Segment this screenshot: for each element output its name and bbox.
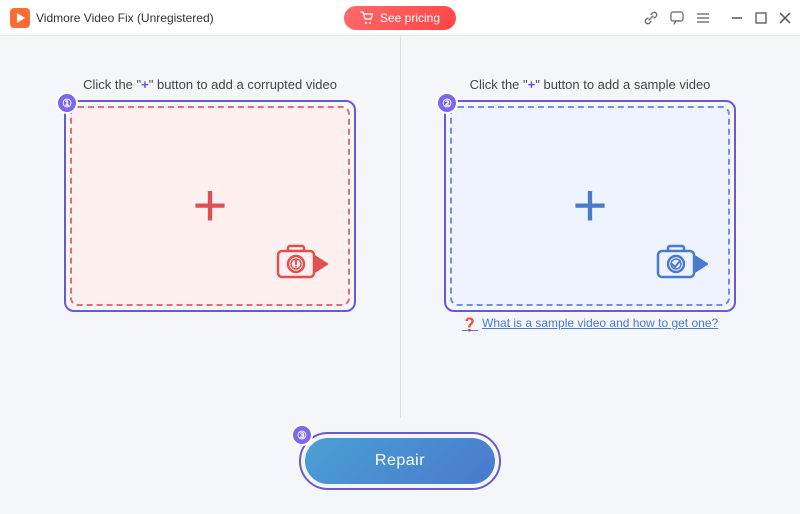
titlebar: Vidmore Video Fix (Unregistered) See pri…	[0, 0, 800, 36]
close-button[interactable]	[778, 11, 792, 25]
win-controls	[730, 11, 792, 25]
help-link-text: What is a sample video and how to get on…	[482, 316, 718, 330]
repair-button[interactable]: Repair	[305, 438, 495, 484]
right-plus-icon: +	[572, 176, 607, 236]
left-panel-instruction: Click the "+" button to add a corrupted …	[83, 76, 337, 94]
see-pricing-button[interactable]: See pricing	[344, 6, 456, 30]
app-logo-icon	[10, 8, 30, 28]
main-content: Click the "+" button to add a corrupted …	[0, 36, 800, 418]
right-dropzone[interactable]: +	[450, 106, 730, 306]
help-link[interactable]: ❓ What is a sample video and how to get …	[462, 316, 718, 333]
bottom-bar: ③ Repair	[0, 418, 800, 514]
help-circle-icon: ❓	[462, 317, 478, 333]
maximize-button[interactable]	[754, 11, 768, 25]
chat-icon[interactable]	[670, 11, 684, 25]
left-plus-text: +	[141, 77, 149, 92]
right-camera-icon	[656, 243, 708, 284]
repair-badge: ③	[291, 424, 313, 446]
right-panel: Click the "+" button to add a sample vid…	[420, 76, 760, 333]
right-plus-text: +	[528, 77, 536, 92]
minimize-button[interactable]	[730, 11, 744, 25]
left-plus-icon: +	[192, 176, 227, 236]
titlebar-right	[644, 11, 792, 25]
left-panel: Click the "+" button to add a corrupted …	[40, 76, 380, 306]
right-panel-instruction: Click the "+" button to add a sample vid…	[470, 76, 711, 94]
link-icon[interactable]	[644, 11, 658, 25]
titlebar-center: See pricing	[344, 6, 456, 30]
app-title: Vidmore Video Fix (Unregistered)	[36, 11, 214, 25]
left-dropzone[interactable]: +	[70, 106, 350, 306]
repair-wrapper: ③ Repair	[305, 438, 495, 484]
right-dropzone-wrapper: ② +	[450, 106, 730, 306]
menu-icon[interactable]	[696, 11, 710, 25]
vertical-divider	[400, 36, 401, 418]
left-camera-icon	[276, 243, 328, 284]
titlebar-left: Vidmore Video Fix (Unregistered)	[10, 8, 214, 28]
left-dropzone-wrapper: ① +	[70, 106, 350, 306]
cart-icon	[360, 11, 374, 25]
